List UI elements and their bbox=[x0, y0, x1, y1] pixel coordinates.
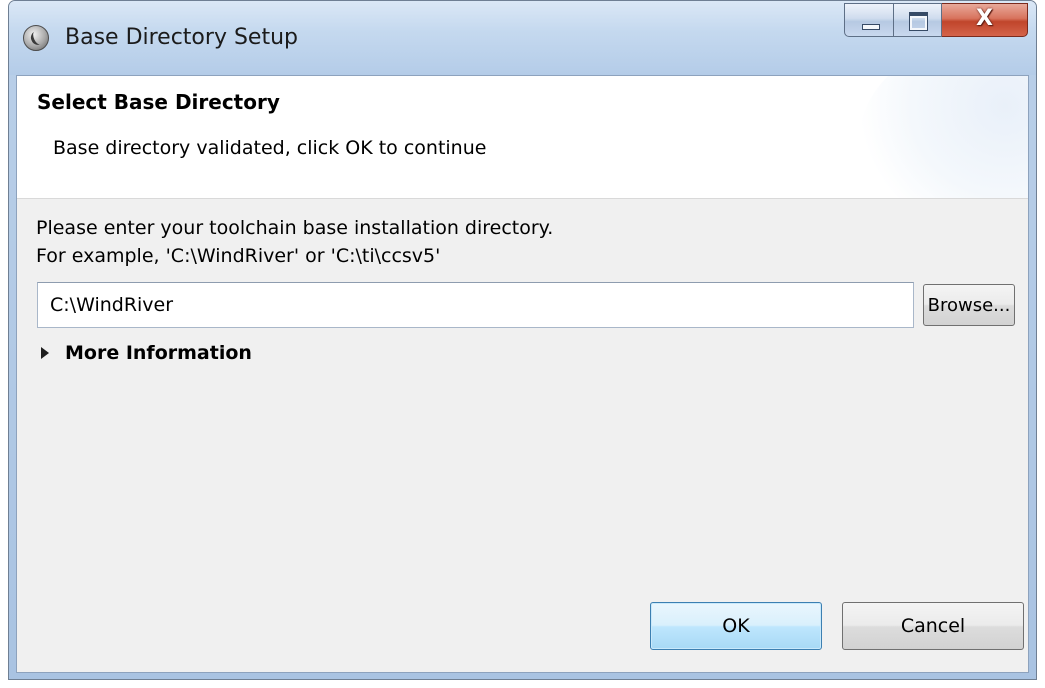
more-information-label: More Information bbox=[65, 342, 252, 364]
window-title: Base Directory Setup bbox=[65, 25, 298, 50]
more-information-toggle[interactable]: More Information bbox=[41, 342, 252, 364]
close-button[interactable]: X bbox=[942, 3, 1028, 37]
maximize-button[interactable] bbox=[894, 3, 942, 37]
minimize-icon bbox=[862, 24, 880, 30]
instruction-text: Please enter your toolchain base install… bbox=[36, 214, 553, 270]
dialog-window: Base Directory Setup X Select Base Direc… bbox=[8, 0, 1037, 680]
eclipse-app-icon bbox=[23, 25, 49, 51]
minimize-button[interactable] bbox=[844, 3, 894, 37]
instruction-line-2: For example, 'C:\WindRiver' or 'C:\ti\cc… bbox=[36, 245, 441, 267]
close-icon: X bbox=[976, 6, 993, 31]
browse-button[interactable]: Browse... bbox=[923, 284, 1015, 326]
base-directory-input[interactable] bbox=[37, 282, 914, 328]
dialog-header: Select Base Directory Base directory val… bbox=[17, 76, 1028, 199]
header-title: Select Base Directory bbox=[37, 90, 280, 114]
instruction-line-1: Please enter your toolchain base install… bbox=[36, 217, 554, 239]
caption-buttons: X bbox=[844, 3, 1028, 39]
dialog-client-area: Select Base Directory Base directory val… bbox=[16, 75, 1029, 673]
header-message: Base directory validated, click OK to co… bbox=[53, 137, 487, 159]
ok-button[interactable]: OK bbox=[650, 602, 822, 650]
maximize-icon bbox=[909, 12, 928, 31]
title-bar[interactable]: Base Directory Setup X bbox=[9, 1, 1036, 75]
header-decoration bbox=[858, 76, 1028, 198]
cancel-button[interactable]: Cancel bbox=[842, 602, 1024, 650]
expand-triangle-icon bbox=[41, 347, 49, 359]
